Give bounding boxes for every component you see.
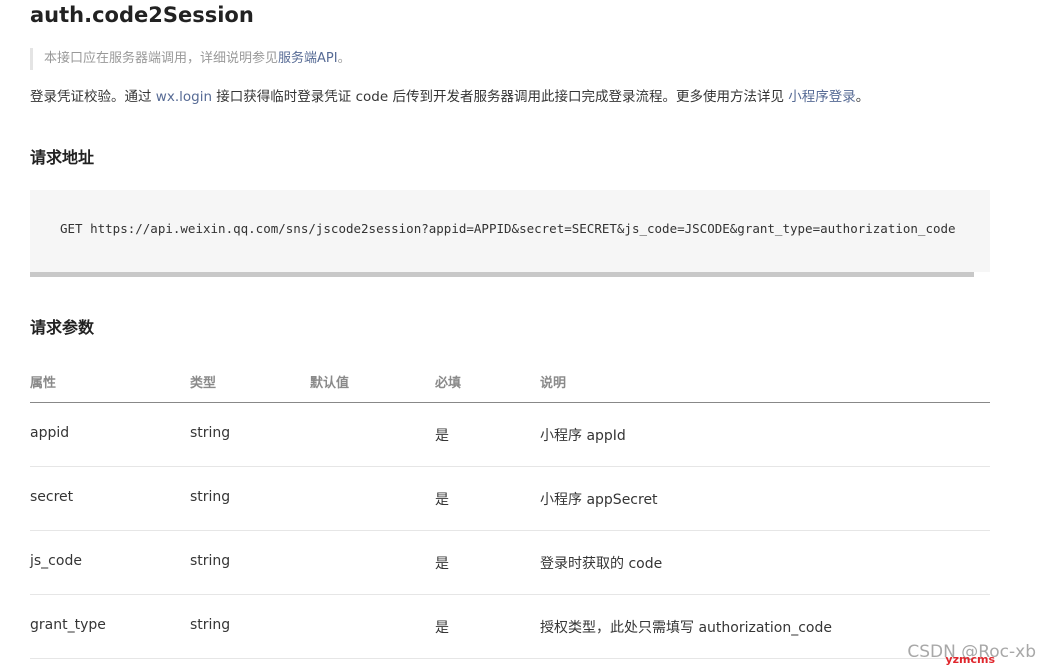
param-required: 是 bbox=[435, 428, 449, 444]
param-description: 小程序 appId bbox=[540, 428, 626, 444]
server-call-note: 本接口应在服务器端调用，详细说明参见服务端API。 bbox=[30, 48, 351, 70]
param-name: appid bbox=[30, 425, 70, 441]
param-description: 小程序 appSecret bbox=[540, 492, 658, 508]
code-horizontal-scrollbar[interactable] bbox=[30, 272, 974, 277]
param-required: 是 bbox=[435, 492, 449, 508]
server-api-link[interactable]: 服务端API bbox=[278, 51, 338, 66]
param-description: 授权类型，此处只需填写 authorization_code bbox=[540, 620, 832, 636]
param-required: 是 bbox=[435, 620, 449, 636]
param-type: string bbox=[190, 489, 231, 505]
miniprogram-login-link[interactable]: 小程序登录 bbox=[788, 89, 856, 105]
request-params-table: 属性 类型 默认值 必填 说明 appid string 是 小程序 appId… bbox=[30, 360, 990, 659]
param-type: string bbox=[190, 617, 231, 633]
param-name: grant_type bbox=[30, 617, 106, 633]
param-name: js_code bbox=[30, 553, 82, 569]
table-row: appid string 是 小程序 appId bbox=[30, 403, 990, 467]
table-row: grant_type string 是 授权类型，此处只需填写 authoriz… bbox=[30, 595, 990, 659]
wx-login-link[interactable]: wx.login bbox=[156, 89, 212, 105]
param-name: secret bbox=[30, 489, 74, 505]
col-header-property: 属性 bbox=[30, 376, 57, 391]
table-row: secret string 是 小程序 appSecret bbox=[30, 467, 990, 531]
param-description: 登录时获取的 code bbox=[540, 556, 663, 572]
note-text: 本接口应在服务器端调用，详细说明参见 bbox=[44, 51, 279, 66]
col-header-type: 类型 bbox=[190, 376, 217, 391]
intro-paragraph: 登录凭证校验。通过 wx.login 接口获得临时登录凭证 code 后传到开发… bbox=[30, 86, 869, 108]
intro-text-2: 接口获得临时登录凭证 code 后传到开发者服务器调用此接口完成登录流程。更多使… bbox=[212, 89, 789, 105]
request-url-heading: 请求地址 bbox=[30, 148, 95, 167]
table-row: js_code string 是 登录时获取的 code bbox=[30, 531, 990, 595]
col-header-required: 必填 bbox=[435, 376, 462, 391]
col-header-default: 默认值 bbox=[310, 376, 350, 391]
note-suffix: 。 bbox=[337, 51, 351, 66]
page-title: auth.code2Session bbox=[30, 3, 254, 27]
request-params-heading: 请求参数 bbox=[30, 318, 95, 337]
intro-text-1: 登录凭证校验。通过 bbox=[30, 89, 156, 105]
intro-text-3: 。 bbox=[855, 89, 870, 105]
yzmcms-watermark: yzmcms bbox=[945, 653, 995, 666]
param-type: string bbox=[190, 425, 231, 441]
param-type: string bbox=[190, 553, 231, 569]
param-required: 是 bbox=[435, 556, 449, 572]
request-url-code: GET https://api.weixin.qq.com/sns/jscode… bbox=[60, 221, 956, 236]
request-url-codeblock: GET https://api.weixin.qq.com/sns/jscode… bbox=[30, 190, 990, 277]
table-header: 属性 类型 默认值 必填 说明 bbox=[30, 360, 990, 403]
col-header-description: 说明 bbox=[540, 376, 567, 391]
